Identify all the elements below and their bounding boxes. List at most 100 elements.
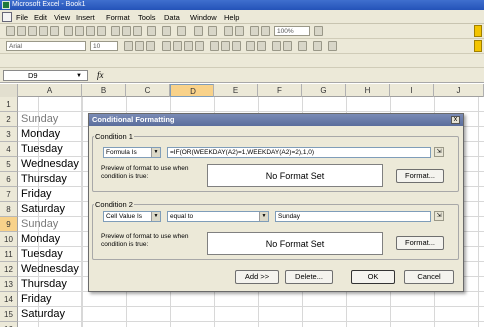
close-icon[interactable]: x (451, 116, 460, 124)
document-icon[interactable] (2, 12, 12, 22)
row-header[interactable]: 10 (0, 232, 18, 247)
undo-icon[interactable] (162, 26, 171, 36)
row-header[interactable]: 4 (0, 142, 18, 157)
menu-insert[interactable]: Insert (76, 13, 95, 22)
fill-color-icon[interactable] (313, 41, 322, 51)
column-header-e[interactable]: E (214, 84, 258, 97)
condition-1-formula-input[interactable]: =IF(OR(WEEKDAY(A2)=1,WEEKDAY(A2)=2),1,0) (167, 147, 431, 158)
chevron-down-icon[interactable]: ▼ (151, 148, 160, 157)
row-header[interactable]: 8 (0, 202, 18, 217)
italic-icon[interactable] (135, 41, 144, 51)
menu-window[interactable]: Window (190, 13, 217, 22)
cell-a3[interactable]: Monday (21, 127, 60, 142)
condition-1-type-select[interactable]: Formula Is ▼ (103, 147, 161, 158)
cell-a15[interactable]: Saturday (21, 307, 65, 322)
row-header[interactable]: 13 (0, 277, 18, 292)
menu-format[interactable]: Format (106, 13, 130, 22)
email-icon[interactable] (50, 26, 59, 36)
column-header-h[interactable]: H (346, 84, 390, 97)
cut-icon[interactable] (111, 26, 120, 36)
menu-file[interactable]: File (16, 13, 28, 22)
permission-icon[interactable] (39, 26, 48, 36)
autosum-icon[interactable] (208, 26, 217, 36)
format-painter-icon[interactable] (147, 26, 156, 36)
add-condition-button[interactable]: Add >> (235, 270, 279, 284)
spelling-icon[interactable] (86, 26, 95, 36)
decrease-decimal-icon[interactable] (257, 41, 266, 51)
row-header[interactable]: 16 (0, 322, 18, 327)
cell-a4[interactable]: Tuesday (21, 142, 63, 157)
row-header[interactable]: 6 (0, 172, 18, 187)
insert-function-icon[interactable]: fx (97, 70, 104, 80)
column-header-j[interactable]: J (434, 84, 484, 97)
font-color-icon[interactable] (328, 41, 337, 51)
chevron-down-icon[interactable]: ▼ (259, 212, 268, 221)
cell-a13[interactable]: Thursday (21, 277, 67, 292)
align-left-icon[interactable] (162, 41, 171, 51)
new-icon[interactable] (6, 26, 15, 36)
menu-data[interactable]: Data (164, 13, 180, 22)
chart-wizard-icon[interactable] (250, 26, 259, 36)
row-header[interactable]: 3 (0, 127, 18, 142)
column-header-c[interactable]: C (126, 84, 170, 97)
row-header[interactable]: 7 (0, 187, 18, 202)
collapse-dialog-icon[interactable]: ⇲ (434, 211, 444, 221)
cell-a5[interactable]: Wednesday (21, 157, 79, 172)
comma-icon[interactable] (232, 41, 241, 51)
copy-icon[interactable] (122, 26, 131, 36)
condition-2-format-button[interactable]: Format... (396, 236, 444, 250)
cell-a12[interactable]: Wednesday (21, 262, 79, 277)
font-combo[interactable]: Arial (6, 41, 86, 51)
help-icon[interactable] (314, 26, 323, 36)
menu-view[interactable]: View (54, 13, 70, 22)
column-header-b[interactable]: B (82, 84, 126, 97)
ok-button[interactable]: OK (351, 270, 395, 284)
cell-a9[interactable]: Sunday (21, 217, 58, 232)
dialog-title-bar[interactable]: Conditional Formatting x (89, 114, 463, 126)
cell-a10[interactable]: Monday (21, 232, 60, 247)
row-header[interactable]: 1 (0, 97, 18, 112)
cell-a11[interactable]: Tuesday (21, 247, 63, 262)
open-icon[interactable] (17, 26, 26, 36)
zoom-combo[interactable]: 100% (274, 26, 310, 36)
merge-center-icon[interactable] (195, 41, 204, 51)
delete-condition-button[interactable]: Delete... (285, 270, 333, 284)
paste-icon[interactable] (133, 26, 142, 36)
column-header-a[interactable]: A (18, 84, 82, 97)
cell-a2[interactable]: Sunday (21, 112, 58, 127)
select-all-corner[interactable] (0, 84, 18, 97)
row-header[interactable]: 15 (0, 307, 18, 322)
column-header-g[interactable]: G (302, 84, 346, 97)
toolbar-options-icon[interactable] (474, 40, 482, 52)
column-header-d[interactable]: D (170, 84, 214, 97)
name-box[interactable]: D9 ▼ (3, 70, 88, 81)
chevron-down-icon[interactable]: ▼ (151, 212, 160, 221)
chevron-down-icon[interactable]: ▼ (76, 71, 82, 81)
research-icon[interactable] (97, 26, 106, 36)
menu-edit[interactable]: Edit (34, 13, 47, 22)
increase-indent-icon[interactable] (283, 41, 292, 51)
font-size-combo[interactable]: 10 (90, 41, 118, 51)
column-header-i[interactable]: I (390, 84, 434, 97)
row-header[interactable]: 2 (0, 112, 18, 127)
print-icon[interactable] (64, 26, 73, 36)
row-header[interactable]: 14 (0, 292, 18, 307)
condition-2-type-select[interactable]: Cell Value Is ▼ (103, 211, 161, 222)
menu-help[interactable]: Help (224, 13, 239, 22)
row-header[interactable]: 11 (0, 247, 18, 262)
align-right-icon[interactable] (184, 41, 193, 51)
cell-a6[interactable]: Thursday (21, 172, 67, 187)
percent-icon[interactable] (221, 41, 230, 51)
save-icon[interactable] (28, 26, 37, 36)
align-center-icon[interactable] (173, 41, 182, 51)
cancel-button[interactable]: Cancel (404, 270, 454, 284)
condition-2-value-input[interactable]: Sunday (275, 211, 431, 222)
redo-icon[interactable] (177, 26, 186, 36)
collapse-dialog-icon[interactable]: ⇲ (434, 147, 444, 157)
row-header[interactable]: 5 (0, 157, 18, 172)
borders-icon[interactable] (298, 41, 307, 51)
cell-a8[interactable]: Saturday (21, 202, 65, 217)
menu-tools[interactable]: Tools (138, 13, 156, 22)
toolbar-options-icon[interactable] (474, 25, 482, 37)
row-header[interactable]: 12 (0, 262, 18, 277)
